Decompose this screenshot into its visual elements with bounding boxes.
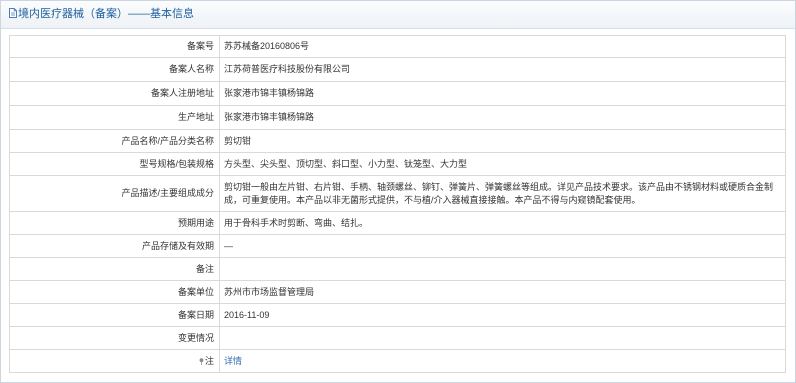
row-value: 用于骨科手术时剪断、弯曲、结扎。 [219,211,786,235]
row-value: 苏苏械备20160806号 [219,35,786,58]
row-label: 注 [204,355,214,366]
page-title: 境内医疗器械（备案）——基本信息 [18,8,194,20]
row-label: 备注 [9,257,220,281]
row-value: 剪切钳 [219,129,786,153]
row-label: 备案日期 [9,303,220,327]
table-row: 备案单位 苏州市市场监督管理局 [9,280,786,304]
row-label: 产品存储及有效期 [9,234,220,258]
row-label: 产品名称/产品分类名称 [9,129,220,153]
table-row: 产品存储及有效期 — [9,234,786,258]
row-value: — [219,234,786,258]
row-label: 变更情况 [9,326,220,350]
row-value: 苏州市市场监督管理局 [219,280,786,304]
table-row: 备注 [9,257,786,281]
table-row: 变更情况 [9,326,786,350]
row-label: 生产地址 [9,105,220,130]
table-row: 型号规格/包装规格 方头型、尖头型、顶切型、斜口型、小力型、钛笼型、大力型 [9,152,786,176]
row-label: 备案单位 [9,280,220,304]
table-row: 备案号 苏苏械备20160806号 [9,35,786,58]
table-row: 产品名称/产品分类名称 剪切钳 [9,129,786,153]
row-value: 张家港市锦丰镇杨锦路 [219,105,786,130]
row-label: 备案人名称 [9,57,220,82]
row-value: 江苏荷普医疗科技股份有限公司 [219,57,786,82]
note-label-cell: 注 [9,349,220,373]
table-row: 预期用途 用于骨科手术时剪断、弯曲、结扎。 [9,211,786,235]
title-bar: 境内医疗器械（备案）——基本信息 [1,1,795,29]
table-row: 产品描述/主要组成成分 剪切钳一般由左片钳、右片钳、手柄、轴颈螺丝、铆钉、弹簧片… [9,175,786,212]
row-value: 2016-11-09 [219,303,786,327]
row-label: 产品描述/主要组成成分 [9,175,220,212]
document-icon [9,8,17,18]
row-value: 方头型、尖头型、顶切型、斜口型、小力型、钛笼型、大力型 [219,152,786,176]
table-row: 备案人名称 江苏荷普医疗科技股份有限公司 [9,57,786,82]
row-value: 张家港市锦丰镇杨锦路 [219,81,786,106]
detail-table: 备案号 苏苏械备20160806号 备案人名称 江苏荷普医疗科技股份有限公司 备… [9,35,786,373]
row-label: 备案人注册地址 [9,81,220,106]
row-label: 备案号 [9,35,220,58]
row-value: 剪切钳一般由左片钳、右片钳、手柄、轴颈螺丝、铆钉、弹簧片、弹簧螺丝等组成。详见产… [219,175,786,212]
table-row: 注 详情 [9,349,786,373]
row-value [219,257,786,281]
table-row: 备案人注册地址 张家港市锦丰镇杨锦路 [9,81,786,106]
row-value-cell: 详情 [219,349,786,373]
table-row: 备案日期 2016-11-09 [9,303,786,327]
details-link[interactable]: 详情 [224,356,242,366]
row-label: 预期用途 [9,211,220,235]
row-label: 型号规格/包装规格 [9,152,220,176]
row-value [219,326,786,350]
table-row: 生产地址 张家港市锦丰镇杨锦路 [9,105,786,130]
pin-icon [199,357,204,365]
